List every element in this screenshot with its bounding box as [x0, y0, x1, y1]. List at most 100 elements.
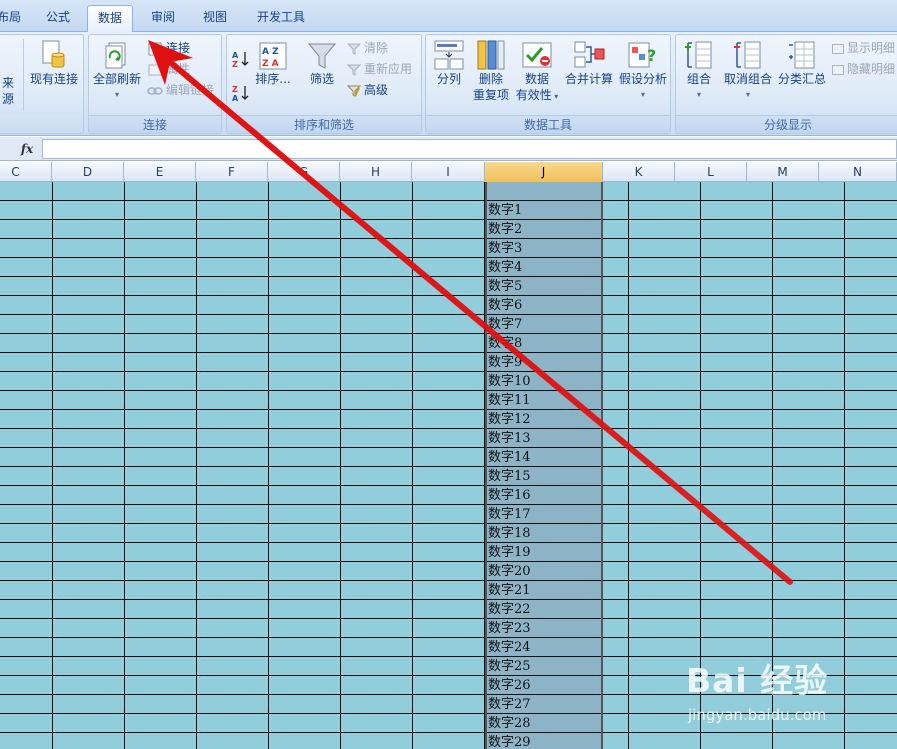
cell-j[interactable]: 数字1 [487, 201, 522, 220]
tab-page-layout[interactable]: 布局 [0, 5, 24, 32]
cell-j[interactable]: 数字20 [487, 562, 531, 581]
cell-j[interactable]: 数字2 [487, 220, 522, 239]
cell-j[interactable]: 数字9 [487, 353, 522, 372]
column-header-h[interactable]: H [340, 162, 412, 182]
clear-filter-button[interactable]: 清除 [347, 39, 388, 57]
reapply-label: 重新应用 [364, 62, 413, 76]
column-header-d[interactable]: D [52, 162, 124, 182]
column-header-m[interactable]: M [747, 162, 819, 182]
properties-label: 属性 [166, 62, 191, 76]
column-header-g[interactable]: G [268, 162, 340, 182]
cell-j[interactable]: 数字23 [487, 619, 531, 638]
column-header-e[interactable]: E [124, 162, 196, 182]
connections-button[interactable]: 连接 [147, 39, 190, 57]
insert-function-icon[interactable]: fx [14, 140, 40, 158]
hide-detail-button[interactable]: 隐藏明细 [832, 60, 895, 78]
svg-text:A Z: A Z [262, 47, 279, 57]
cell-j[interactable]: 数字4 [487, 258, 522, 277]
edit-links-button[interactable]: 编辑链接 [147, 81, 214, 99]
column-header-f[interactable]: F [196, 162, 268, 182]
remove-duplicates-icon [477, 40, 505, 70]
subtotal-button[interactable]: 分类汇总 [776, 39, 828, 87]
consolidate-button[interactable]: 合并计算 [562, 39, 616, 87]
cell-j[interactable]: 数字18 [487, 524, 531, 543]
cell-j[interactable]: 数字22 [487, 600, 531, 619]
cell-j[interactable]: 数字5 [487, 277, 522, 296]
sort-ascending-button[interactable]: A Z [231, 49, 254, 69]
tab-developer[interactable]: 开发工具 [247, 5, 315, 32]
cell-j[interactable]: 数字11 [487, 391, 531, 410]
subtotal-icon [789, 41, 815, 69]
cell-j[interactable]: 数字6 [487, 296, 522, 315]
refresh-all-button[interactable]: 全部刷新 ▾ [91, 41, 143, 103]
cell-j[interactable]: 数字16 [487, 486, 531, 505]
existing-connections-button[interactable]: 现有连接 [27, 39, 81, 87]
cell-j[interactable]: 数字19 [487, 543, 531, 562]
cell-j[interactable]: 数字8 [487, 334, 522, 353]
sort-button[interactable]: A Z Z A 排序... [253, 41, 293, 87]
cell-j[interactable]: 数字7 [487, 315, 522, 334]
cell-j[interactable]: 数字24 [487, 638, 531, 657]
connections-icon [148, 42, 162, 55]
sort-descending-button[interactable]: Z A [231, 83, 254, 103]
column-header-l[interactable]: L [675, 162, 747, 182]
tab-data[interactable]: 数据 [87, 5, 133, 33]
text-to-columns-button[interactable]: 分列 [430, 39, 468, 87]
cell-j[interactable]: 数字29 [487, 733, 531, 749]
chevron-down-icon: ▾ [114, 90, 119, 99]
show-detail-button[interactable]: 显示明细 [832, 39, 895, 57]
tab-view[interactable]: 视图 [193, 5, 237, 32]
cell-j[interactable]: 数字10 [487, 372, 531, 391]
selected-column-j[interactable]: 数字1 数字2 数字3 数字4 数字5 数字6 数字7 数字8 数字9 数字10 数字11 数字12 数… [485, 182, 603, 749]
formula-input[interactable] [42, 139, 897, 159]
advanced-filter-button[interactable]: 高级 [347, 81, 388, 99]
tab-review[interactable]: 审阅 [141, 5, 185, 32]
remove-duplicates-button[interactable]: 删除 重复项 [470, 39, 512, 103]
column-header-j[interactable]: J [485, 162, 603, 182]
ungroup-button[interactable]: 取消组合 ▾ [722, 39, 774, 103]
ungroup-rows-icon [734, 41, 761, 69]
group-button[interactable]: 组合 ▾ [678, 39, 720, 103]
cell-j[interactable]: 数字3 [487, 239, 522, 258]
worksheet-grid[interactable]: 数字1 数字2 数字3 数字4 数字5 数字6 数字7 数字8 数字9 数字10 数字11 数字12 数… [0, 182, 897, 749]
column-header-i[interactable]: I [412, 162, 485, 182]
column-header-k[interactable]: K [603, 162, 675, 182]
cell-j[interactable] [487, 182, 488, 201]
cell-j[interactable]: 数字25 [487, 657, 531, 676]
remove-duplicates-label-2: 重复项 [472, 88, 509, 102]
consolidate-icon [574, 41, 605, 68]
group-data-tools: 分列 删除 重复项 数据 有效性 ▾ 合并计算 ? 假设分析 ▾ 数据工具 [425, 34, 671, 134]
cell-j[interactable]: 数字21 [487, 581, 531, 600]
advanced-filter-icon [347, 85, 361, 97]
column-headers: C D E F G H I J K L M N [0, 162, 897, 182]
filter-button[interactable]: 筛选 [305, 41, 339, 87]
cell-j[interactable]: 数字15 [487, 467, 531, 486]
what-if-analysis-button[interactable]: ? 假设分析 ▾ [616, 39, 670, 103]
properties-button[interactable]: 属性 [147, 60, 190, 78]
svg-text:A: A [232, 51, 239, 60]
column-header-c[interactable]: C [0, 162, 52, 182]
cell-j[interactable]: 数字12 [487, 410, 531, 429]
svg-text:Z: Z [232, 60, 238, 69]
formula-bar: fx [0, 137, 897, 161]
data-validation-button[interactable]: 数据 有效性 ▾ [514, 39, 560, 105]
cell-j[interactable]: 数字26 [487, 676, 531, 695]
cell-j[interactable]: 数字28 [487, 714, 531, 733]
cell-j[interactable]: 数字27 [487, 695, 531, 714]
what-if-analysis-icon: ? [628, 42, 656, 68]
cell-j[interactable]: 数字13 [487, 429, 531, 448]
svg-text:?: ? [647, 46, 656, 65]
from-other-sources-button[interactable]: 来源 [0, 75, 19, 107]
group-label-sort-filter: 排序和筛选 [227, 115, 421, 133]
ribbon: 来源 现有连接 全部刷新 ▾ 连接 属性 编辑链接 连接 A Z Z A A Z… [0, 32, 897, 136]
cell-j[interactable]: 数字14 [487, 448, 531, 467]
tab-formulas[interactable]: 公式 [36, 5, 80, 32]
cell-j[interactable]: 数字17 [487, 505, 531, 524]
svg-text:Z: Z [232, 85, 238, 94]
hide-detail-icon [832, 64, 844, 75]
column-header-n[interactable]: N [819, 162, 897, 182]
ungroup-label: 取消组合 [723, 72, 772, 86]
hide-detail-label: 隐藏明细 [847, 62, 896, 76]
reapply-button[interactable]: 重新应用 [347, 60, 412, 78]
group-label: 组合 [686, 72, 711, 86]
